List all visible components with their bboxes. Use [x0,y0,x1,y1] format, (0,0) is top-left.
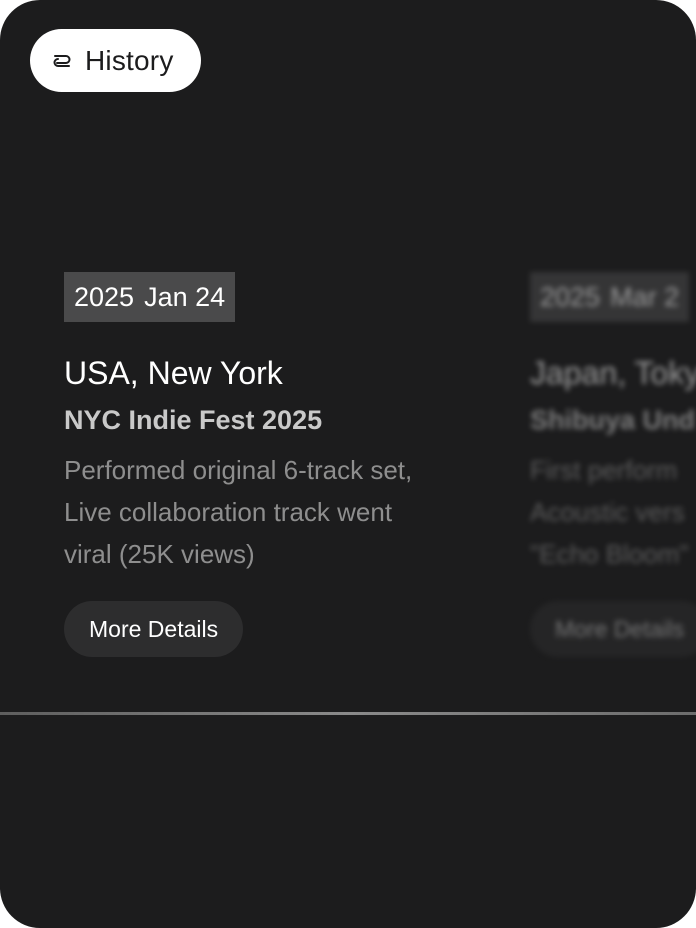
event-name: Shibuya Und [530,405,696,435]
location-title: Japan, Toky [530,355,696,391]
description-line: Performed original 6-track set, [64,455,413,485]
date-year: 2025 [540,282,601,312]
more-details-button[interactable]: More Details [64,601,244,657]
event-description: Performed original 6-track set, Live col… [64,449,464,575]
date-day: Jan 24 [144,282,226,312]
timeline-card-next[interactable]: 2025 Mar 2 Japan, Toky Shibuya Und First … [530,272,696,657]
location-title: USA, New York [64,355,283,391]
event-description: First perform Acoustic vers "Echo Bloom" [530,449,696,575]
date-badge: 2025 Mar 2 [530,272,690,322]
description-line: Live collaboration track went [64,497,393,527]
description-line: Acoustic vers [530,497,685,527]
description-line: "Echo Bloom" [530,539,689,569]
description-line: viral (25K views) [64,539,255,569]
date-badge: 2025 Jan 24 [64,272,236,322]
more-details-button[interactable]: More Details [530,601,696,657]
description-line: First perform [530,455,678,485]
date-year: 2025 [74,282,135,312]
timeline-card: 2025 Jan 24 USA, New York NYC Indie Fest … [64,272,484,657]
date-day: Mar 2 [610,282,680,312]
history-label: History [85,44,174,76]
history-button[interactable]: History [30,29,201,92]
event-name: NYC Indie Fest 2025 [64,405,323,435]
history-panel: History 2025 Jan 24 USA, New York NYC Ind… [0,0,696,928]
timeline-line [0,712,696,715]
swap-icon [51,50,73,72]
